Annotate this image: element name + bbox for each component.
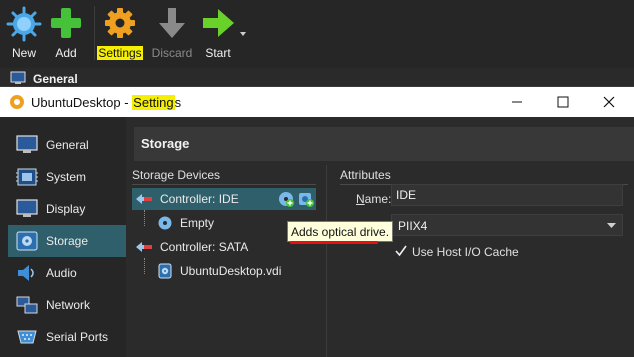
page-header: Storage — [134, 127, 634, 161]
page-title: Storage — [141, 136, 190, 151]
system-icon — [16, 168, 38, 186]
new-button[interactable]: New — [4, 4, 44, 64]
new-label: New — [11, 46, 36, 60]
checkmark-icon — [395, 245, 407, 257]
sidebar-item-general[interactable]: General — [8, 129, 126, 161]
tooltip-underline-annotation — [290, 241, 378, 244]
section-divider — [132, 184, 316, 185]
controller-type-select[interactable]: PIIX4 — [391, 214, 623, 236]
host-io-cache-label: Use Host I/O Cache — [412, 245, 519, 259]
new-icon — [6, 6, 42, 42]
pane-splitter[interactable] — [326, 165, 327, 357]
name-label: Name: — [356, 192, 392, 206]
close-button[interactable] — [586, 87, 632, 117]
settings-label: Settings — [97, 46, 143, 60]
start-button[interactable]: Start — [198, 4, 238, 64]
sidebar-item-audio[interactable]: Audio — [8, 257, 126, 289]
add-button[interactable]: Add — [46, 4, 86, 64]
monitor-icon — [10, 71, 26, 84]
settings-sidebar: General System Display Storage Audio Net… — [0, 117, 126, 357]
serial-ports-icon — [17, 330, 37, 344]
host-io-cache-checkbox[interactable] — [395, 245, 407, 257]
add-label: Add — [55, 46, 77, 60]
controller-icon — [136, 242, 152, 252]
main-toolbar: New Add Settings Discard Start — [0, 0, 634, 68]
minimize-button[interactable] — [494, 87, 540, 117]
storage-devices-label: Storage Devices — [132, 168, 221, 182]
start-label: Start — [205, 46, 231, 60]
attributes-label: Attributes — [340, 168, 391, 182]
minimize-icon — [512, 101, 522, 103]
gear-icon — [105, 8, 135, 38]
network-icon — [16, 296, 38, 314]
add-hard-disk-icon — [299, 193, 314, 207]
storage-icon — [16, 231, 38, 251]
add-icon — [51, 8, 81, 38]
sidebar-item-system[interactable]: System — [8, 161, 126, 193]
optical-disc-icon — [158, 216, 172, 230]
tooltip: Adds optical drive. — [287, 221, 394, 242]
sidebar-item-serial-ports[interactable]: Serial Ports — [8, 321, 126, 353]
sidebar-item-display[interactable]: Display — [8, 193, 126, 225]
dialog-titlebar: UbuntuDesktop - Settings — [0, 87, 634, 117]
chevron-down-icon — [240, 32, 246, 36]
arrow-down-icon — [159, 8, 185, 38]
controller-icon — [136, 194, 152, 204]
toolbar-separator — [94, 6, 95, 60]
audio-icon — [18, 265, 34, 281]
tree-hard-disk[interactable]: UbuntuDesktop.vdi — [132, 260, 316, 282]
general-label: General — [33, 72, 78, 86]
sidebar-item-storage[interactable]: Storage — [8, 225, 126, 257]
close-icon — [603, 96, 615, 108]
sidebar-item-network[interactable]: Network — [8, 289, 126, 321]
maximize-icon — [557, 96, 569, 108]
hard-disk-icon — [158, 263, 172, 279]
discard-label: Discard — [151, 46, 193, 60]
add-optical-drive-button[interactable] — [278, 191, 294, 207]
settings-dialog: UbuntuDesktop - Settings General System — [0, 86, 634, 357]
settings-button[interactable]: Settings — [96, 4, 144, 64]
app-gear-icon — [10, 95, 24, 109]
add-hard-disk-button[interactable] — [298, 191, 314, 207]
tree-controller-ide[interactable]: Controller: IDE — [132, 188, 316, 210]
display-icon — [16, 199, 38, 217]
general-icon — [16, 135, 38, 153]
discard-button: Discard — [150, 4, 194, 64]
start-dropdown-button[interactable] — [238, 28, 248, 38]
add-optical-drive-icon — [279, 192, 294, 207]
maximize-button[interactable] — [540, 87, 586, 117]
arrow-right-icon — [203, 9, 234, 37]
chevron-down-icon — [607, 223, 616, 228]
controller-name-input[interactable] — [391, 184, 623, 206]
dialog-title: UbuntuDesktop - Settings — [31, 95, 182, 110]
